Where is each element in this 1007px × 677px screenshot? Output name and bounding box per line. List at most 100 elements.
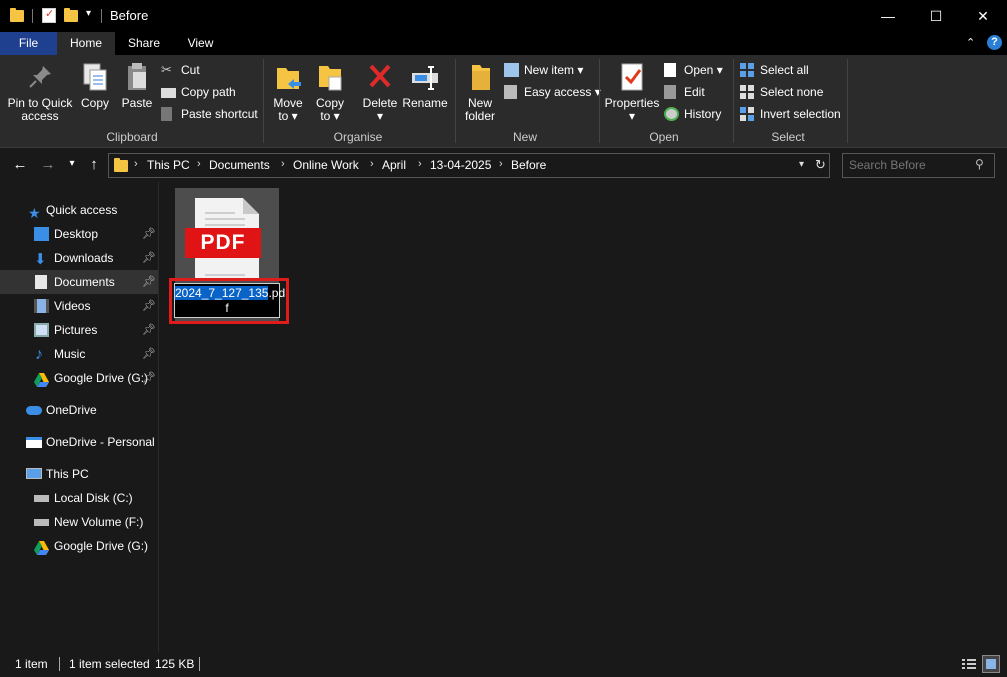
- delete-button[interactable]: Delete ▾: [360, 61, 400, 123]
- back-arrow-icon[interactable]: ←: [10, 156, 30, 173]
- search-input[interactable]: [849, 158, 969, 172]
- invert-selection-icon: [740, 107, 755, 121]
- nav-videos[interactable]: Videos 📌︎: [0, 294, 158, 318]
- nav-downloads[interactable]: ⬇ Downloads 📌︎: [0, 246, 158, 270]
- nav-google-drive-pc[interactable]: Google Drive (G:): [0, 534, 158, 558]
- help-icon[interactable]: ?: [987, 35, 1002, 50]
- videos-icon: [34, 299, 49, 313]
- breadcrumb-separator[interactable]: ›: [370, 158, 374, 170]
- tab-view[interactable]: View: [173, 32, 228, 55]
- address-bar[interactable]: › This PC › Documents › Online Work › Ap…: [108, 153, 830, 178]
- close-button[interactable]: ✕: [960, 0, 1006, 32]
- forward-arrow-icon[interactable]: →: [38, 156, 58, 173]
- breadcrumb-date-folder[interactable]: 13-04-2025: [430, 158, 491, 172]
- history-button[interactable]: History: [664, 104, 721, 124]
- nav-documents[interactable]: Documents 📌︎: [0, 270, 158, 294]
- address-row: ← → ▾ ↑ › This PC › Documents › Online W…: [0, 148, 1007, 182]
- open-button[interactable]: Open ▾: [664, 60, 723, 80]
- new-folder-button[interactable]: New folder: [460, 61, 500, 123]
- search-box[interactable]: ⚲: [842, 153, 995, 178]
- delete-dropdown-icon: ▾: [376, 109, 384, 123]
- pictures-icon: [34, 323, 49, 337]
- up-arrow-icon[interactable]: ↑: [84, 156, 104, 173]
- ribbon-tabs: File Home Share View ⌃ ?: [0, 32, 1007, 55]
- divider: [199, 657, 200, 671]
- desktop-icon: [34, 227, 49, 241]
- breadcrumb-documents[interactable]: Documents: [209, 158, 270, 172]
- move-to-button[interactable]: Move to ▾: [270, 61, 306, 123]
- breadcrumb-separator[interactable]: ›: [418, 158, 422, 170]
- move-to-icon: [272, 61, 304, 93]
- rename-input[interactable]: 2024_7_127_135.pd f: [174, 283, 285, 318]
- large-icons-view-icon[interactable]: [982, 655, 1000, 673]
- open-icon: [664, 63, 676, 77]
- maximize-button[interactable]: ☐: [913, 0, 959, 32]
- recent-locations-chevron-icon[interactable]: ▾: [62, 158, 82, 169]
- nav-pictures[interactable]: Pictures 📌︎: [0, 318, 158, 342]
- customize-qa-chevron-icon[interactable]: ▾: [86, 8, 91, 19]
- new-item-button[interactable]: New item ▾: [504, 60, 583, 80]
- breadcrumb-separator[interactable]: ›: [499, 158, 503, 170]
- breadcrumb-before[interactable]: Before: [511, 158, 546, 172]
- properties-qa-icon[interactable]: ✓: [42, 8, 56, 23]
- drive-icon: [34, 519, 49, 526]
- nav-google-drive-quick[interactable]: Google Drive (G:) 📌︎: [0, 366, 158, 390]
- easy-access-button[interactable]: Easy access ▾: [504, 82, 601, 102]
- nav-onedrive-personal-label: OneDrive - Personal: [46, 435, 155, 449]
- nav-new-volume[interactable]: New Volume (F:): [0, 510, 158, 534]
- breadcrumb-april[interactable]: April: [382, 158, 406, 172]
- copy-button[interactable]: Copy: [78, 61, 112, 110]
- nav-onedrive-personal[interactable]: OneDrive - Personal: [0, 430, 158, 454]
- search-icon[interactable]: ⚲: [975, 157, 984, 171]
- invert-selection-button[interactable]: Invert selection: [740, 104, 841, 124]
- file-list-area[interactable]: PDF 2024_7_127_135.pd f: [160, 182, 1007, 652]
- copy-to-button[interactable]: Copy to ▾: [312, 61, 348, 123]
- minimize-button[interactable]: —: [865, 0, 911, 32]
- nav-quick-access[interactable]: ★ Quick access: [0, 198, 158, 222]
- divider: [263, 59, 264, 143]
- select-all-label: Select all: [760, 63, 809, 77]
- nav-onedrive[interactable]: OneDrive: [0, 398, 158, 422]
- title-bar: ✓ ▾ Before — ☐ ✕: [0, 0, 1007, 32]
- collapse-ribbon-chevron-icon[interactable]: ⌃: [966, 36, 975, 49]
- group-label-select: Select: [771, 130, 805, 144]
- refresh-icon[interactable]: ↻: [815, 157, 826, 173]
- nav-local-disk[interactable]: Local Disk (C:): [0, 486, 158, 510]
- select-none-button[interactable]: Select none: [740, 82, 823, 102]
- nav-music[interactable]: ♪ Music 📌︎: [0, 342, 158, 366]
- breadcrumb-separator[interactable]: ›: [197, 158, 201, 170]
- breadcrumb-online-work[interactable]: Online Work: [293, 158, 359, 172]
- paste-shortcut-icon: [161, 107, 172, 121]
- pin-icon: 📌︎: [142, 372, 156, 384]
- rename-icon: [409, 61, 441, 93]
- nav-google-drive-label: Google Drive (G:): [54, 371, 149, 385]
- properties-button[interactable]: Properties ▾: [604, 61, 660, 123]
- tab-share[interactable]: Share: [115, 32, 173, 55]
- breadcrumb-this-pc[interactable]: This PC: [147, 158, 190, 172]
- rename-button[interactable]: Rename: [402, 61, 448, 110]
- group-label-new: New: [512, 130, 537, 144]
- tab-file[interactable]: File: [0, 32, 57, 55]
- pin-to-quick-access-button[interactable]: Pin to Quick access: [6, 61, 74, 123]
- properties-dropdown-icon: ▾: [628, 109, 636, 123]
- breadcrumb-separator[interactable]: ›: [134, 158, 138, 170]
- new-folder-icon: [464, 61, 496, 93]
- details-view-icon[interactable]: [960, 655, 978, 673]
- copy-path-button[interactable]: Copy path: [161, 82, 236, 102]
- nav-desktop[interactable]: Desktop 📌︎: [0, 222, 158, 246]
- download-arrow-icon: ⬇: [34, 251, 47, 268]
- breadcrumb-separator[interactable]: ›: [281, 158, 285, 170]
- nav-this-pc[interactable]: This PC: [0, 462, 158, 486]
- edit-button[interactable]: Edit: [664, 82, 705, 102]
- paste-button[interactable]: Paste: [118, 61, 156, 110]
- divider: [599, 59, 600, 143]
- easy-access-icon: [504, 85, 517, 99]
- cut-button[interactable]: ✂ Cut: [161, 60, 200, 80]
- nav-music-label: Music: [54, 347, 86, 361]
- selected-size: 125 KB: [155, 657, 195, 671]
- paste-shortcut-button[interactable]: Paste shortcut: [161, 104, 258, 124]
- new-item-label: New item: [524, 63, 575, 77]
- address-history-chevron-icon[interactable]: ▾: [799, 159, 804, 170]
- tab-home[interactable]: Home: [57, 32, 115, 55]
- select-all-button[interactable]: Select all: [740, 60, 809, 80]
